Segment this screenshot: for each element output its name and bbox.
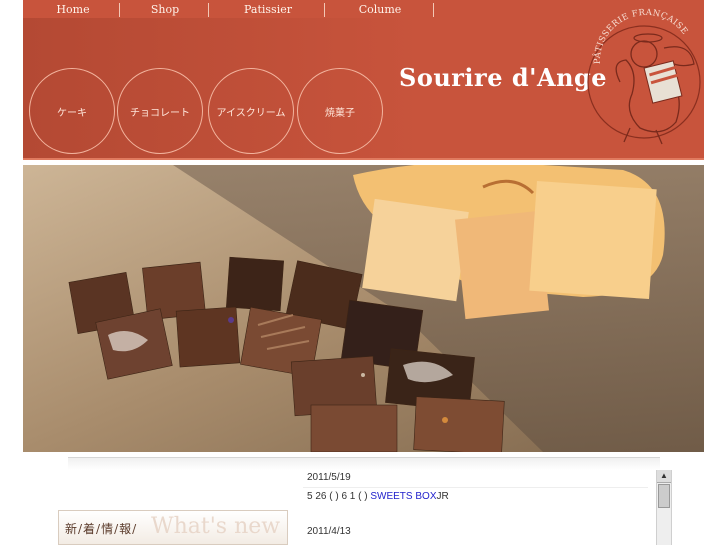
brand-logotype: Sourire d'Ange [399,63,608,92]
news-text-before: 5 26 ( ) 6 1 ( ) [307,491,371,502]
content-divider [68,457,660,470]
nav-separator [208,3,209,17]
news-item-text: 5 26 ( ) 6 1 ( ) SWEETS BOXJR [307,491,449,502]
nav-colume[interactable]: Colume [349,3,411,19]
whats-new-jp: 新/着/情/報/ [65,522,138,536]
news-date: 2011/5/19 [307,472,351,483]
category-cake[interactable]: ケーキ [29,68,115,154]
news-date: 2011/4/13 [307,526,351,537]
nav-patissier[interactable]: Patissier [233,3,303,19]
category-ice-cream-label: アイスクリーム [216,107,286,119]
news-link-sweets-box[interactable]: SWEETS BOX [370,491,436,502]
scroll-thumb[interactable] [658,484,670,508]
top-nav: Home Shop Patissier Colume [23,0,463,20]
news-scrollbar[interactable]: ▲ [656,470,672,545]
category-chocolate[interactable]: チョコレート [117,68,203,154]
angel-seal-logo: PÂTISSERIE FRANÇAISE [580,2,704,158]
category-baked-goods-label: 焼菓子 [325,107,355,119]
banner-stripe [23,158,704,160]
scroll-up-arrow-icon[interactable]: ▲ [657,470,671,483]
category-ice-cream[interactable]: アイスクリーム [208,68,294,154]
nav-shop[interactable]: Shop [135,3,195,19]
nav-separator [119,3,120,17]
nav-home[interactable]: Home [43,3,103,19]
hero-photo-chocolates [23,165,704,452]
whats-new-en: What's new [151,514,281,539]
nav-separator [433,3,434,17]
news-text-after: JR [436,491,449,502]
category-chocolate-label: チョコレート [130,107,190,119]
news-separator [303,487,648,488]
nav-separator [324,3,325,17]
category-baked-goods[interactable]: 焼菓子 [297,68,383,154]
whats-new-heading: 新/着/情/報/ What's new [58,510,288,545]
category-cake-label: ケーキ [57,107,87,119]
